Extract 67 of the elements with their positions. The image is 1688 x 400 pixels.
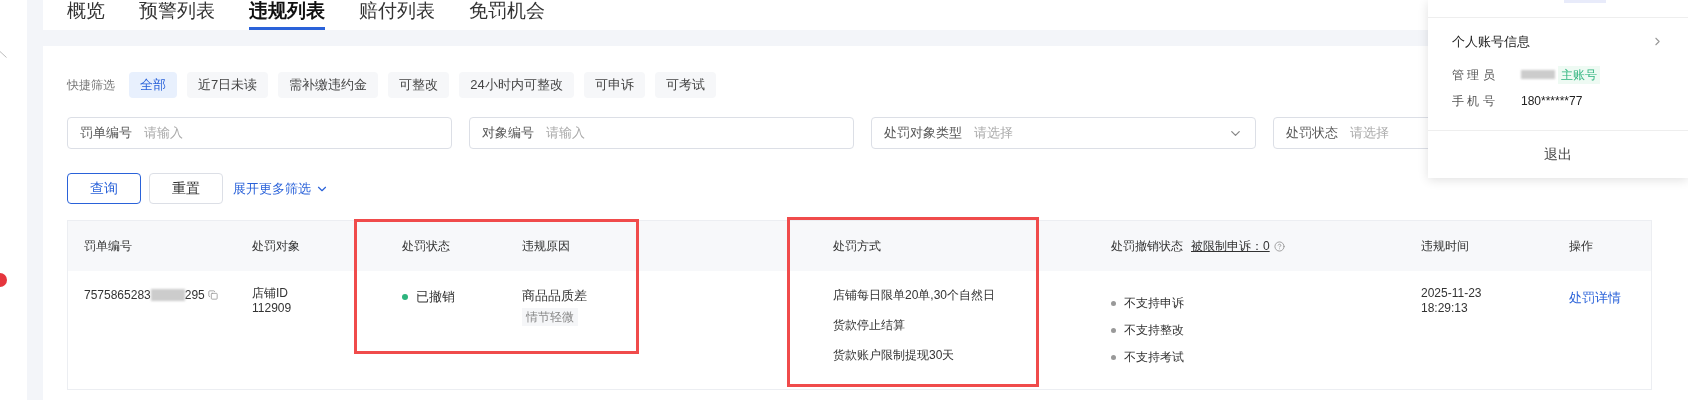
phone-number: 180******77	[1521, 92, 1583, 110]
tab[interactable]: 概览	[67, 0, 105, 30]
placeholder: 请选择	[1350, 124, 1390, 143]
restricted-appeal-link[interactable]: 被限制申诉：0	[1191, 237, 1270, 255]
filter-chip[interactable]: 24小时内可整改	[459, 72, 574, 98]
field-label: 对象编号	[482, 124, 534, 143]
tab[interactable]: 免罚机会	[469, 0, 545, 30]
bullet-icon	[1111, 327, 1116, 333]
revocation-text: 不支持申诉	[1124, 295, 1184, 312]
status-text: 已撤销	[416, 288, 455, 306]
column-header: 处罚对象	[252, 238, 300, 255]
blurred-text	[150, 289, 185, 301]
expand-filters-link[interactable]: 展开更多筛选	[233, 178, 329, 199]
filter-chip[interactable]: 需补缴违约金	[278, 72, 379, 98]
query-button[interactable]: 查询	[67, 173, 141, 204]
select-field[interactable]: 处罚对象类型 请选择	[871, 117, 1256, 149]
revocation-text: 不支持整改	[1124, 322, 1184, 339]
badge-icon	[0, 273, 8, 287]
filter-chip[interactable]: 可申诉	[583, 72, 645, 98]
quick-filter-label: 快捷筛选	[67, 77, 115, 94]
table-cell-text: 2025-11-23	[1421, 286, 1483, 301]
column-header: 违规原因	[522, 238, 570, 255]
filter-chip[interactable]: 可考试	[654, 72, 716, 98]
penalty-text: 店铺每日限单20单,30个自然日	[833, 287, 997, 304]
placeholder: 请输入	[546, 124, 586, 143]
penalty-text: 货款账户限制提现30天	[833, 347, 956, 364]
table-cell-text: 店铺ID	[252, 286, 289, 301]
reset-button[interactable]: 重置	[149, 173, 223, 204]
info-label: 管 理 员	[1452, 66, 1496, 84]
bullet-icon	[1111, 300, 1116, 306]
logout-button[interactable]: 退出	[1544, 143, 1572, 165]
penalty-text: 货款停止结算	[833, 317, 906, 334]
copy-icon[interactable]	[207, 290, 218, 300]
main-account-tag: 主账号	[1558, 65, 1600, 84]
placeholder: 请输入	[144, 124, 184, 143]
input-field[interactable]: 对象编号 请输入	[469, 117, 854, 149]
detail-link[interactable]: 处罚详情	[1569, 290, 1621, 305]
tab[interactable]: 违规列表	[249, 0, 325, 30]
info-label: 手 机 号	[1452, 92, 1496, 110]
column-header: 处罚状态	[402, 238, 450, 255]
table-cell-text: 295	[184, 287, 205, 304]
table-cell-text: 7575865283	[84, 287, 151, 304]
table-cell-text: 18:29:13	[1421, 301, 1469, 316]
column-header: 操作	[1569, 238, 1593, 255]
column-header: 违规时间	[1421, 238, 1469, 255]
placeholder: 请选择	[974, 124, 1014, 143]
revocation-text: 不支持考试	[1124, 349, 1184, 366]
filter-chip[interactable]: 近7日未读	[187, 72, 269, 98]
severity-tag: 情节轻微	[522, 307, 578, 326]
table-cell-text: 商品品质差	[522, 287, 587, 305]
column-header: 罚单编号	[84, 238, 132, 255]
field-label: 处罚状态	[1286, 124, 1338, 143]
tab[interactable]: 赔付列表	[359, 0, 435, 30]
table-cell-text: 112909	[252, 301, 293, 316]
blurred-text	[1521, 70, 1555, 79]
column-header: 处罚撤销状态	[1111, 238, 1183, 255]
help-icon	[1273, 240, 1285, 252]
tab[interactable]: 预警列表	[139, 0, 215, 30]
chevron-icon	[0, 51, 7, 58]
field-label: 罚单编号	[80, 124, 132, 143]
bullet-icon	[1111, 354, 1116, 360]
column-header: 处罚方式	[833, 238, 881, 255]
filter-chip[interactable]: 可整改	[388, 72, 450, 98]
filter-chip[interactable]: 全部	[129, 72, 177, 98]
input-field[interactable]: 罚单编号 请输入	[67, 117, 452, 149]
field-label: 处罚对象类型	[884, 124, 962, 143]
account-info-title: 个人账号信息	[1452, 33, 1530, 51]
